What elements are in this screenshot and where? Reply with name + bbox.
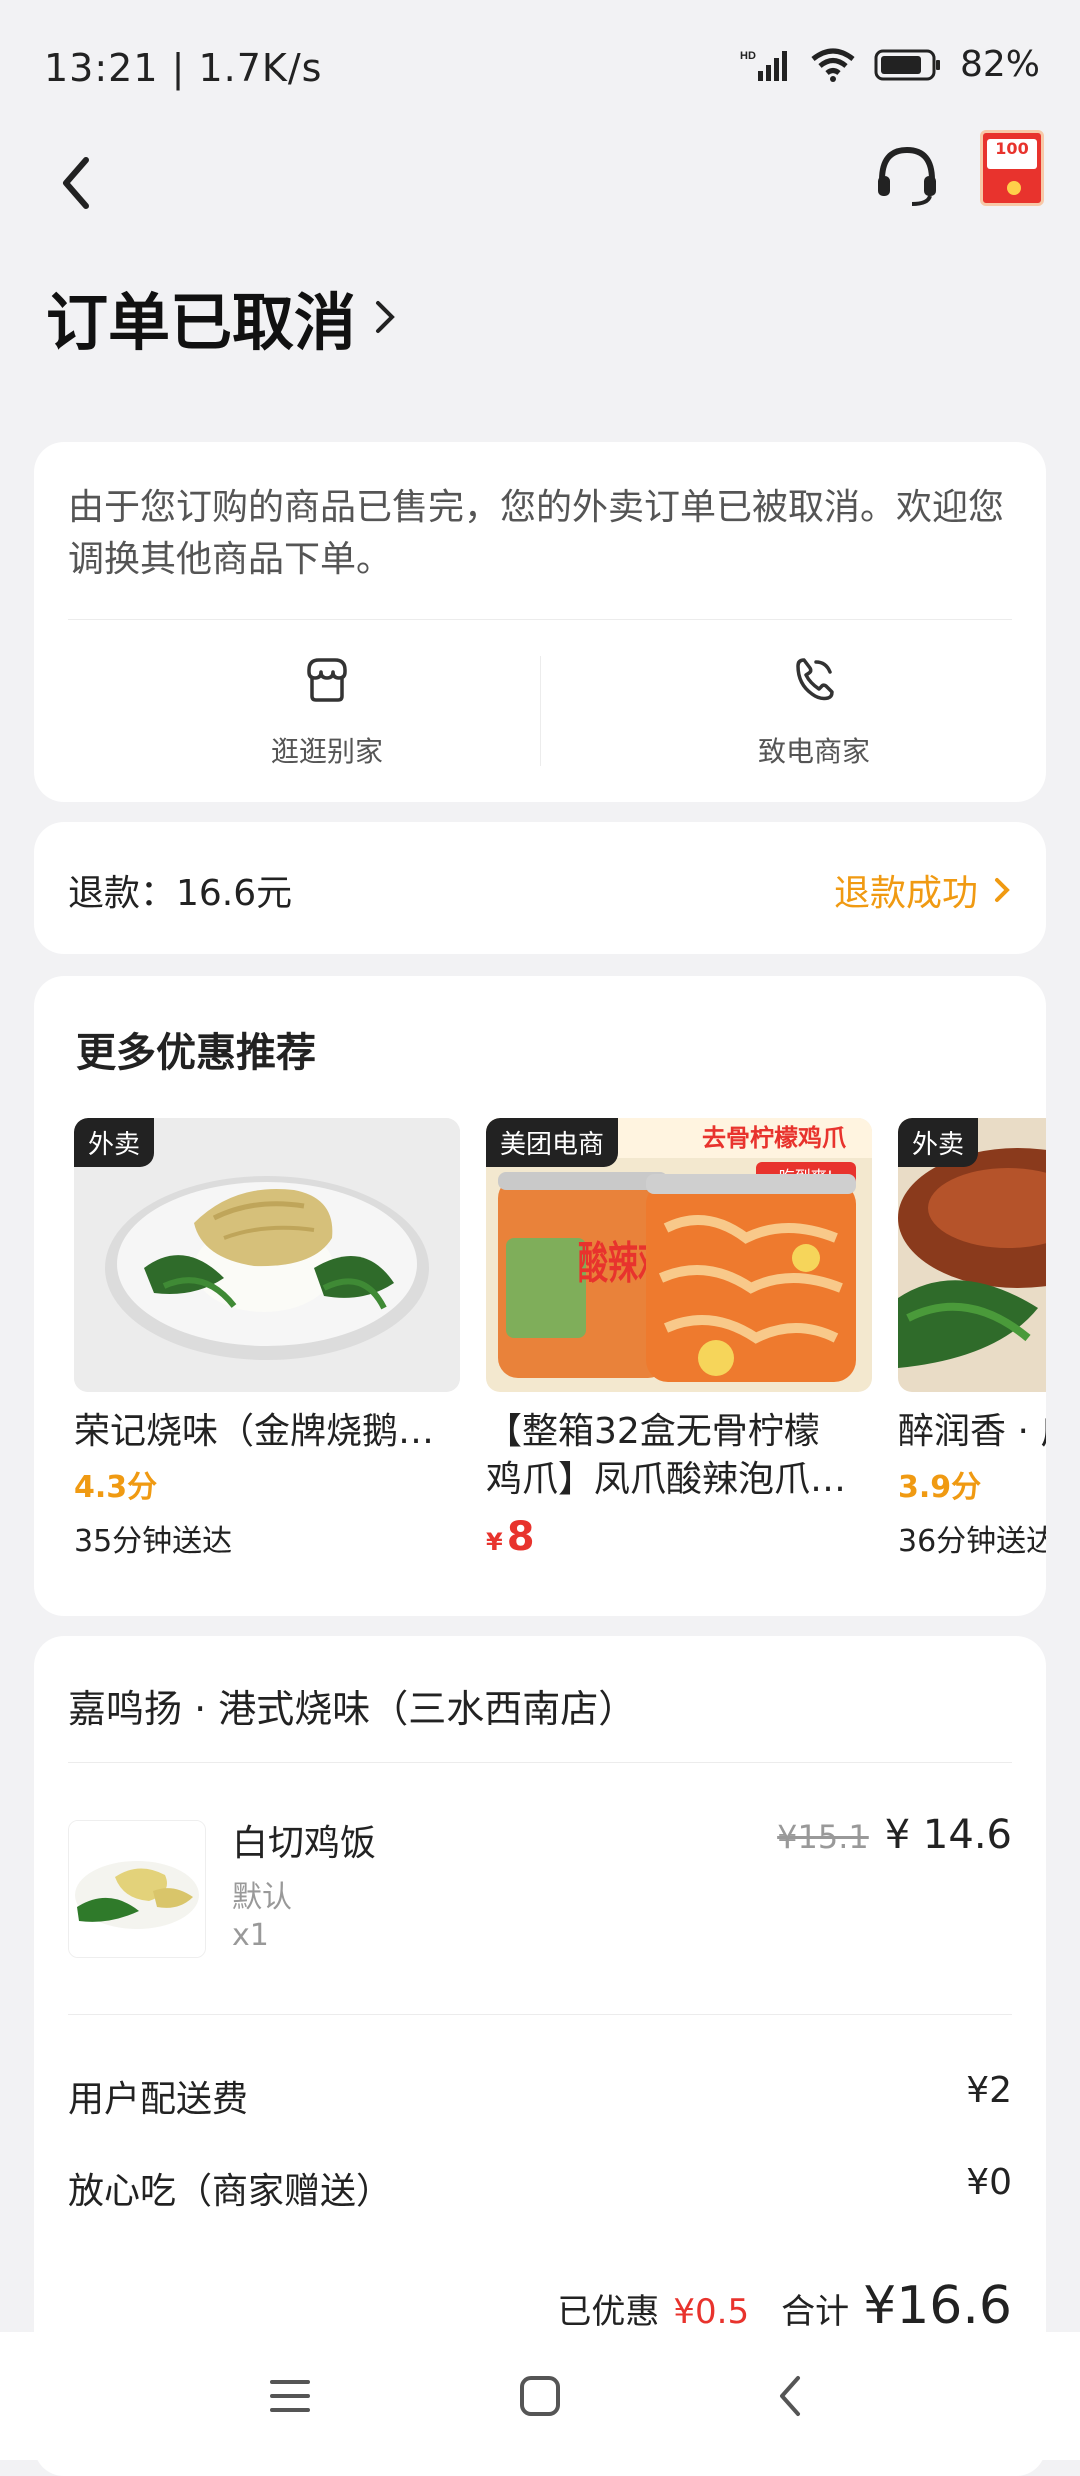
order-item-name: 白切鸡饭: [232, 1823, 377, 1864]
fee-label: 用户配送费: [68, 2079, 249, 2120]
fee-value: ¥2: [966, 2070, 1012, 2111]
phone-icon: [796, 658, 834, 701]
divider: [68, 2014, 1012, 2015]
coupon-amount: 100: [987, 139, 1037, 169]
recommend-title: 更多优惠推荐: [76, 1030, 316, 1076]
status-icons: HD 82%: [740, 44, 1040, 85]
svg-text:HD: HD: [740, 50, 756, 62]
total-label: 合计: [781, 2292, 850, 2332]
recommend-item-tag: 外卖: [898, 1118, 979, 1167]
divider: [540, 656, 541, 766]
headset-icon[interactable]: [872, 140, 942, 210]
recommend-item-image: 去骨柠檬鸡爪 吃到爽! 酸辣鸡爪 美团电商: [486, 1118, 872, 1392]
chevron-right-icon: [995, 878, 1010, 902]
order-item-price: ¥15.1 ¥ 14.6: [777, 1812, 1012, 1858]
chevron-right-icon: [376, 301, 395, 333]
fee-row: 放心吃（商家赠送） ¥0: [68, 2162, 1012, 2214]
status-bar: 13:21 | 1.7K/s HD 82%: [0, 0, 1080, 130]
refund-status[interactable]: 退款成功: [834, 864, 1012, 916]
original-price: ¥15.1: [777, 1818, 869, 1856]
fee-label: 放心吃（商家赠送）: [68, 2171, 393, 2212]
recommend-item[interactable]: 去骨柠檬鸡爪 吃到爽! 酸辣鸡爪 美团电商 【整箱32盒无骨柠檬 鸡爪】凤爪酸辣…: [486, 1118, 872, 1560]
divider: [68, 619, 1012, 620]
refund-card[interactable]: 退款：16.6元 退款成功: [34, 822, 1046, 954]
coupon-seal: [1007, 181, 1021, 195]
recommend-item-score: 3.9分: [898, 1470, 982, 1505]
discount-value: ¥0.5: [673, 2292, 750, 2332]
shop-name[interactable]: 嘉鸣扬 · 港式烧味（三水西南店）: [68, 1678, 636, 1733]
back-arrow-icon[interactable]: [48, 148, 108, 218]
recommend-item-name-line2: 鸡爪】凤爪酸辣泡爪…: [486, 1459, 847, 1500]
price-value: 8: [506, 1514, 535, 1560]
recommend-item-image: 外卖: [74, 1118, 460, 1392]
recommend-item-price: ¥8: [486, 1514, 872, 1560]
total-row: 已优惠 ¥0.5 合计 ¥16.6: [557, 2276, 1012, 2336]
status-time: 13:21 | 1.7K/s: [44, 46, 323, 90]
call-merchant-label: 致电商家: [757, 735, 870, 768]
menu-icon[interactable]: [260, 2366, 320, 2426]
recommend-item-name: 【整箱32盒无骨柠檬: [486, 1411, 820, 1452]
order-item-qty: x1: [232, 1918, 269, 1953]
refund-amount: 退款：16.6元: [68, 873, 293, 914]
recommend-item-tag: 美团电商: [486, 1118, 619, 1167]
browse-other-stores-label: 逛逛别家: [270, 735, 383, 768]
chicken-rice-image: [69, 1821, 205, 1957]
battery-percent: 82%: [959, 44, 1040, 85]
recommend-item-tag: 外卖: [74, 1118, 155, 1167]
recommend-item[interactable]: 外卖 醉润香 · 广 3.9分 36分钟送达: [898, 1118, 1046, 1560]
fee-value: ¥0: [966, 2162, 1012, 2203]
battery-icon: [874, 49, 940, 80]
recommend-item-name: 荣记烧味（金牌烧鹅…: [74, 1411, 435, 1452]
cancel-message: 由于您订购的商品已售完，您的外卖订单已被取消。欢迎您调换其他商品下单。: [68, 487, 1005, 580]
price-currency: ¥: [486, 1528, 503, 1556]
cancel-notice-card: 由于您订购的商品已售完，您的外卖订单已被取消。欢迎您调换其他商品下单。 逛逛别家…: [34, 442, 1046, 802]
recommend-item-name: 醉润香 · 广: [898, 1411, 1046, 1452]
current-price: ¥ 14.6: [884, 1812, 1012, 1858]
page-title-text: 订单已取消: [46, 286, 357, 359]
page-title[interactable]: 订单已取消: [46, 272, 400, 362]
wifi-icon: [811, 48, 855, 82]
recommend-card: 更多优惠推荐 外卖 荣记烧味（金牌烧鹅… 4.3分 35分钟送达 去骨柠檬鸡爪 …: [34, 976, 1046, 1616]
back-icon[interactable]: [762, 2366, 822, 2426]
home-icon[interactable]: [510, 2366, 570, 2426]
fee-row: 用户配送费 ¥2: [68, 2070, 1012, 2122]
product-banner-text: 去骨柠檬鸡爪: [702, 1124, 847, 1152]
refund-status-text: 退款成功: [833, 873, 978, 914]
order-item-spec: 默认: [232, 1880, 292, 1915]
recommend-item[interactable]: 外卖 荣记烧味（金牌烧鹅… 4.3分 35分钟送达: [74, 1118, 460, 1560]
recommend-item-eta: 35分钟送达: [74, 1524, 233, 1559]
order-item-image: [68, 1820, 206, 1958]
divider: [68, 1762, 1012, 1763]
hd-signal-icon: HD: [740, 50, 787, 81]
discount-label: 已优惠: [557, 2292, 660, 2332]
red-envelope-coupon-icon[interactable]: 100: [980, 130, 1044, 206]
system-nav-bar: [0, 2332, 1080, 2460]
total-value: ¥16.6: [863, 2276, 1012, 2336]
recommend-item-score: 4.3分: [74, 1470, 158, 1505]
store-icon: [307, 658, 347, 702]
call-merchant-button[interactable]: 致电商家: [664, 652, 964, 770]
recommend-item-image: 外卖: [898, 1118, 1046, 1392]
top-nav: 100: [0, 130, 1080, 280]
browse-other-stores-button[interactable]: 逛逛别家: [177, 652, 477, 770]
recommend-item-eta: 36分钟送达: [898, 1524, 1046, 1559]
